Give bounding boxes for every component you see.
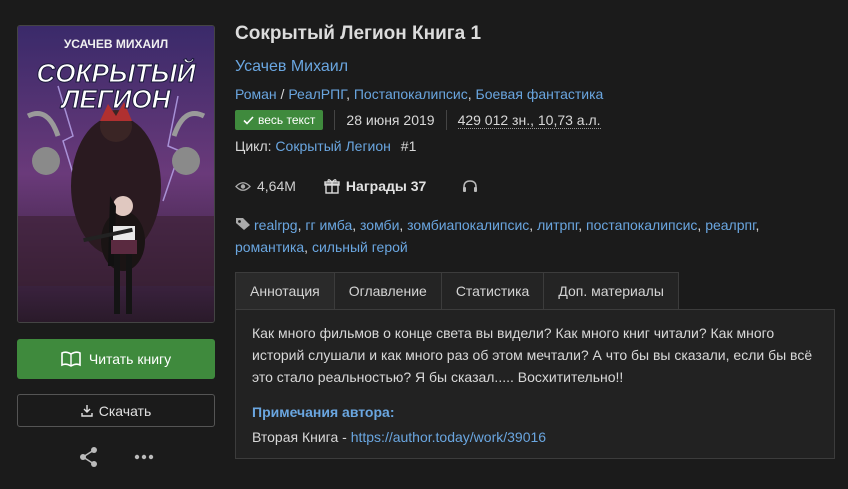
tag-link[interactable]: зомбиапокалипсис [407, 217, 529, 233]
tab-annotation[interactable]: Аннотация [235, 272, 335, 309]
tab-extra-materials[interactable]: Доп. материалы [543, 272, 679, 309]
genre-link-realrpg[interactable]: РеалРПГ [288, 86, 346, 102]
book-cover[interactable]: УСАЧЕВ МИХАИЛ СОКРЫТЫЙ ЛЕГИОН [17, 25, 215, 323]
eye-icon [235, 181, 251, 191]
headphones-icon[interactable] [462, 179, 478, 193]
book-size[interactable]: 429 012 зн., 10,73 а.л. [457, 112, 601, 129]
social-actions [17, 447, 215, 467]
tag-link[interactable]: реалрпг [705, 217, 755, 233]
awards-link[interactable]: Награды 37 [346, 178, 426, 194]
book-open-icon [61, 351, 81, 367]
tag-link[interactable]: realrpg [254, 217, 298, 233]
author-notes-link[interactable]: https://author.today/work/39016 [351, 429, 546, 445]
cycle-label: Цикл: [235, 138, 272, 154]
book-info: Сокрытый Легион Книга 1 Усачев Михаил Ро… [235, 20, 835, 258]
genre-link-roman[interactable]: Роман [235, 86, 277, 102]
cover-image: УСАЧЕВ МИХАИЛ СОКРЫТЫЙ ЛЕГИОН [18, 26, 214, 322]
book-meta: весь текст 28 июня 2019 429 012 зн., 10,… [235, 109, 835, 131]
cover-author-text: УСАЧЕВ МИХАИЛ [64, 37, 168, 51]
download-label: Скачать [98, 402, 152, 419]
download-icon [81, 405, 93, 417]
annotation-text: Как много фильмов о конце света вы видел… [252, 325, 813, 385]
tag-link[interactable]: романтика [235, 239, 304, 255]
annotation-panel: Как много фильмов о конце света вы видел… [235, 309, 835, 459]
left-column: УСАЧЕВ МИХАИЛ СОКРЫТЫЙ ЛЕГИОН Читать кни… [17, 25, 215, 467]
cycle-link[interactable]: Сокрытый Легион [275, 138, 390, 154]
tab-statistics[interactable]: Статистика [440, 272, 545, 309]
genres-list: Роман / РеалРПГ, Постапокалипсис, Боевая… [235, 86, 604, 102]
tag-link[interactable]: зомби [360, 217, 399, 233]
author-notes: Вторая Книга - https://author.today/work… [252, 426, 546, 448]
gift-icon [324, 179, 340, 194]
cycle-number: #1 [400, 138, 417, 154]
tag-link[interactable]: литрпг [537, 217, 578, 233]
genre-link-postapocalypse[interactable]: Постапокалипсис [354, 86, 468, 102]
meta-divider [445, 110, 447, 130]
status-badge-label: весь текст [258, 113, 316, 127]
status-badge: весь текст [235, 110, 324, 130]
views-count: 4,64М [257, 178, 296, 194]
cover-title-line2: ЛЕГИОН [60, 84, 172, 114]
cycle-info: Цикл: Сокрытый Легион #1 [235, 137, 835, 155]
tags-list: realrpg, гг имба, зомби, зомбиапокалипси… [235, 217, 760, 255]
book-stats: 4,64М Награды 37 [235, 176, 835, 196]
read-book-button[interactable]: Читать книгу [17, 339, 215, 379]
tag-link[interactable]: постапокалипсис [586, 217, 697, 233]
tag-link[interactable]: сильный герой [312, 239, 408, 255]
tab-contents[interactable]: Оглавление [333, 272, 442, 309]
publish-date: 28 июня 2019 [346, 112, 435, 128]
tag-link[interactable]: гг имба [305, 217, 352, 233]
more-options-icon[interactable] [134, 454, 154, 460]
book-title: Сокрытый Легион Книга 1 [235, 23, 482, 44]
author-link[interactable]: Усачев Михаил [235, 58, 348, 75]
download-button[interactable]: Скачать [17, 394, 215, 427]
info-tabs: Аннотация Оглавление Статистика Доп. мат… [235, 272, 679, 309]
author-notes-prefix: Вторая Книга - [252, 429, 351, 445]
author-notes-heading: Примечания автора: [252, 404, 395, 420]
check-icon [243, 115, 254, 125]
share-icon[interactable] [78, 446, 100, 468]
genre-link-battle-fantasy[interactable]: Боевая фантастика [476, 86, 604, 102]
read-book-label: Читать книгу [88, 351, 172, 367]
meta-divider [334, 110, 336, 130]
tag-icon [236, 218, 250, 230]
